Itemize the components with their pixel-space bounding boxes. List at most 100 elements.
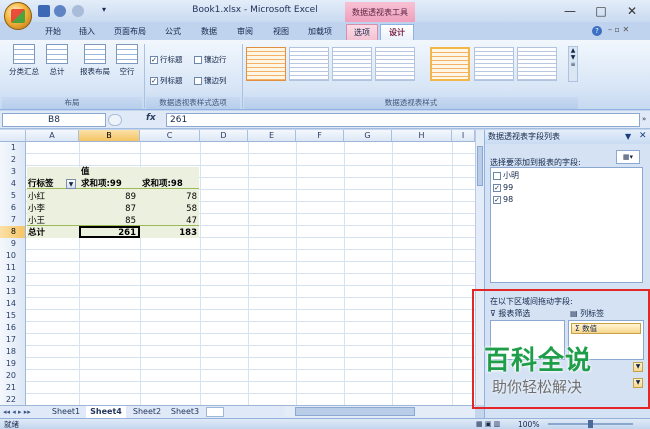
row-header[interactable]: 16 [0,322,26,335]
formula-input[interactable]: 261 [166,113,640,127]
field-item[interactable]: 小明 [493,170,519,181]
row-header[interactable]: 17 [0,334,26,347]
row-header[interactable]: 18 [0,346,26,359]
sheet-tab-active[interactable]: Sheet4 [86,406,126,418]
row-header[interactable]: 21 [0,382,26,395]
row-header[interactable]: 12 [0,274,26,287]
field-item[interactable]: ✓ 98 [493,194,513,205]
row-header[interactable]: 1 [0,142,26,155]
dropdown-icon[interactable]: ▼ [633,362,643,372]
pivot-style-thumb[interactable] [332,47,372,81]
help-icon[interactable]: ? [592,26,602,36]
column-header[interactable]: A [26,130,79,142]
pivot-style-thumb[interactable] [246,47,286,81]
row-header[interactable]: 6 [0,202,26,215]
view-buttons-icon[interactable]: ▦ ▣ ▥ [476,420,512,429]
field-item[interactable]: ✓ 99 [493,182,513,193]
sheet-tab[interactable]: Sheet3 [166,406,204,418]
subtotals-button[interactable]: 分类汇总 [6,44,42,77]
worksheet-grid[interactable]: A B C D E F G H I 1 2 3 4 5 6 7 8 9 10 11 12 13 14 15 1… [0,130,475,405]
pane-menu-icon[interactable]: ▼ [625,132,631,141]
name-box[interactable]: B8 [2,113,106,127]
redo-icon[interactable] [72,5,84,17]
column-header[interactable]: E [248,130,296,142]
row-labels-filter-icon[interactable]: ▼ [66,179,76,189]
tab-options[interactable]: 选项 [346,24,378,40]
blank-rows-button[interactable]: 空行 [116,44,138,77]
scroll-thumb[interactable] [295,407,415,416]
qat-customize-icon[interactable]: ▾ [102,5,106,14]
tab-formulas[interactable]: 公式 [158,24,188,40]
row-header[interactable]: 22 [0,394,26,405]
row-header[interactable]: 14 [0,298,26,311]
insert-sheet-icon[interactable] [206,407,224,417]
banded-rows-checkbox[interactable]: 镶边行 [194,54,227,66]
horizontal-scrollbar[interactable] [285,406,475,417]
minimize-icon[interactable]: — [555,3,585,19]
ribbon-window-controls-icon[interactable]: – ▫ ✕ [608,25,629,34]
tab-data[interactable]: 数据 [194,24,224,40]
row-header[interactable]: 8 [0,226,26,239]
formula-cancel-icon[interactable] [108,114,122,126]
row-header[interactable]: 7 [0,214,26,227]
column-header[interactable]: B [79,130,140,142]
tab-addins[interactable]: 加载项 [302,24,338,40]
tab-view[interactable]: 视图 [266,24,296,40]
sheet-tab[interactable]: Sheet1 [48,406,84,418]
tab-home[interactable]: 开始 [38,24,68,40]
row-header[interactable]: 11 [0,262,26,275]
tab-insert[interactable]: 插入 [72,24,102,40]
row-header[interactable]: 5 [0,190,26,203]
grand-totals-button[interactable]: 总计 [44,44,70,77]
banded-cols-checkbox[interactable]: 镶边列 [194,75,227,87]
checkbox-checked-icon[interactable]: ✓ [493,183,501,192]
row-header[interactable]: 20 [0,370,26,383]
column-header[interactable]: H [392,130,452,142]
column-header[interactable]: I [452,130,475,142]
row-header[interactable]: 9 [0,238,26,251]
row-header[interactable]: 4 [0,178,26,191]
close-icon[interactable]: ✕ [617,3,647,19]
pivot-style-thumb[interactable] [517,47,557,81]
scroll-thumb[interactable] [477,146,483,186]
tab-review[interactable]: 审阅 [230,24,260,40]
checkbox-icon[interactable] [493,171,501,180]
tab-design[interactable]: 设计 [380,24,414,40]
tab-page-layout[interactable]: 页面布局 [108,24,152,40]
row-header[interactable]: 19 [0,358,26,371]
dropdown-icon[interactable]: ▼ [633,378,643,388]
column-header[interactable]: G [344,130,392,142]
row-header[interactable]: 13 [0,286,26,299]
row-headers-checkbox[interactable]: ✓ 行标题 [150,54,183,66]
row-header[interactable]: 2 [0,154,26,167]
styles-gallery-scroll-icon[interactable]: ▲ ▼ ≡ [568,46,578,82]
row-header[interactable]: 15 [0,310,26,323]
pivot-style-thumb-selected[interactable] [430,47,470,81]
column-header[interactable]: D [200,130,248,142]
save-icon[interactable] [38,5,50,17]
undo-icon[interactable] [54,5,66,17]
column-header[interactable]: C [140,130,200,142]
pivot-style-thumb[interactable] [289,47,329,81]
row-header[interactable]: 3 [0,166,26,179]
sheet-nav-icon[interactable]: ◂◂ ◂ ▸ ▸▸ [3,406,31,418]
zoom-slider-thumb[interactable] [588,420,593,428]
layout-view-icon[interactable]: ▦▾ [616,150,640,164]
maximize-icon[interactable]: □ [586,3,616,19]
office-button[interactable] [4,2,32,30]
pane-close-icon[interactable]: ✕ [639,131,647,141]
checkbox-checked-icon[interactable]: ✓ [493,195,501,204]
pivot-style-thumb[interactable] [474,47,514,81]
row-header[interactable]: 10 [0,250,26,263]
report-layout-icon [84,44,106,64]
pivot-style-thumb[interactable] [375,47,415,81]
report-layout-button[interactable]: 报表布局 [76,44,114,77]
sheet-tab[interactable]: Sheet2 [128,406,166,418]
zoom-level[interactable]: 100% [518,419,539,429]
expand-formula-icon[interactable]: » [642,115,646,123]
select-all-corner[interactable] [0,130,26,142]
insert-function-icon[interactable]: fx [146,113,164,123]
column-field-item[interactable]: Σ 数值 [571,323,641,334]
column-header[interactable]: F [296,130,344,142]
col-headers-checkbox[interactable]: ✓ 列标题 [150,75,183,87]
